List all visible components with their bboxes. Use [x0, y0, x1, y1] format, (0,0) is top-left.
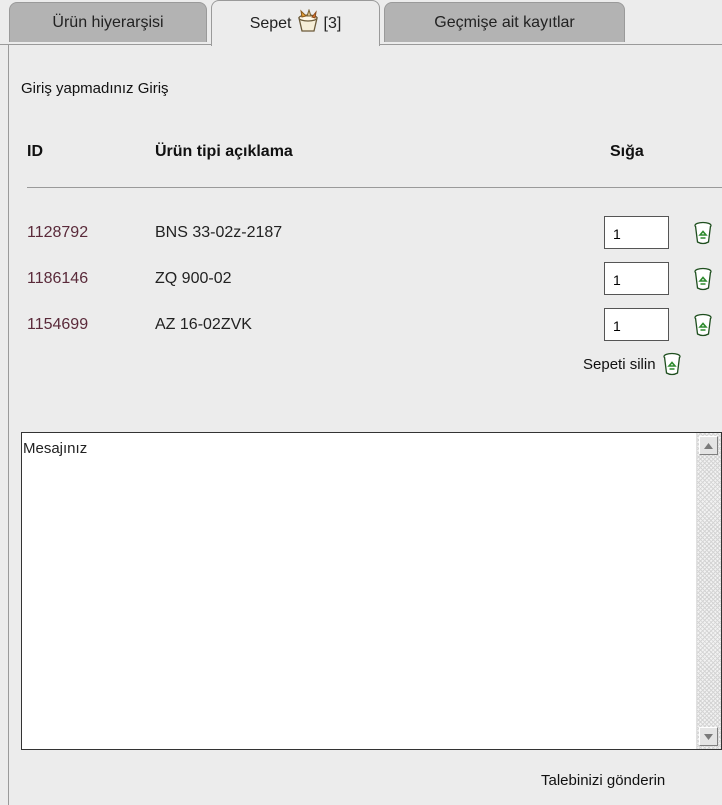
trash-bin-icon[interactable] — [693, 267, 713, 291]
tab-bar: Ürün hiyerarşisi Sepet [3] Geçmişe ait k… — [0, 0, 722, 46]
basket-icon — [295, 8, 321, 38]
message-textarea[interactable]: Mesajınız — [21, 432, 722, 750]
column-header-id: ID — [27, 143, 43, 160]
header-divider — [27, 187, 722, 188]
arrow-up-icon — [704, 442, 713, 449]
table-row: 1186146 ZQ 900-02 — [0, 262, 722, 298]
trash-bin-icon[interactable] — [693, 313, 713, 337]
item-id: 1154699 — [27, 316, 89, 333]
tab-label: Geçmişe ait kayıtlar — [434, 13, 575, 31]
column-header-quantity: Sığa — [610, 143, 644, 160]
tab-basket-count: [3] — [323, 14, 342, 32]
login-link[interactable]: Giriş — [138, 80, 169, 97]
tab-history[interactable]: Geçmişe ait kayıtlar — [384, 2, 625, 42]
item-id: 1128792 — [27, 224, 89, 241]
message-scrollbar[interactable] — [696, 433, 721, 749]
scroll-down-button[interactable] — [699, 727, 718, 746]
login-status: Giriş yapmadınız Giriş — [21, 80, 169, 97]
item-description: ZQ 900-02 — [155, 270, 232, 287]
clear-basket-label: Sepeti silin — [583, 355, 656, 373]
item-description: BNS 33-02z-2187 — [155, 224, 283, 241]
login-status-text: Giriş yapmadınız — [21, 80, 134, 97]
trash-bin-icon[interactable] — [693, 221, 713, 245]
message-placeholder: Mesajınız — [23, 440, 88, 457]
tab-product-hierarchy[interactable]: Ürün hiyerarşisi — [9, 2, 207, 42]
quantity-input[interactable] — [604, 216, 669, 249]
item-id: 1186146 — [27, 270, 89, 287]
column-header-description: Ürün tipi açıklama — [155, 143, 293, 160]
tab-label: Ürün hiyerarşisi — [52, 13, 164, 31]
left-border — [8, 44, 9, 805]
item-description: AZ 16-02ZVK — [155, 316, 252, 333]
table-row: 1154699 AZ 16-02ZVK — [0, 308, 722, 344]
scroll-up-button[interactable] — [699, 436, 718, 455]
submit-request-link[interactable]: Talebinizi gönderin — [541, 772, 665, 789]
quantity-input[interactable] — [604, 308, 669, 341]
tab-basket[interactable]: Sepet [3] — [211, 0, 380, 46]
arrow-down-icon — [704, 733, 713, 740]
clear-basket-button[interactable]: Sepeti silin — [583, 352, 682, 376]
trash-bin-icon — [662, 352, 682, 376]
quantity-input[interactable] — [604, 262, 669, 295]
tab-label: Sepet — [249, 14, 292, 32]
table-row: 1128792 BNS 33-02z-2187 — [0, 216, 722, 252]
